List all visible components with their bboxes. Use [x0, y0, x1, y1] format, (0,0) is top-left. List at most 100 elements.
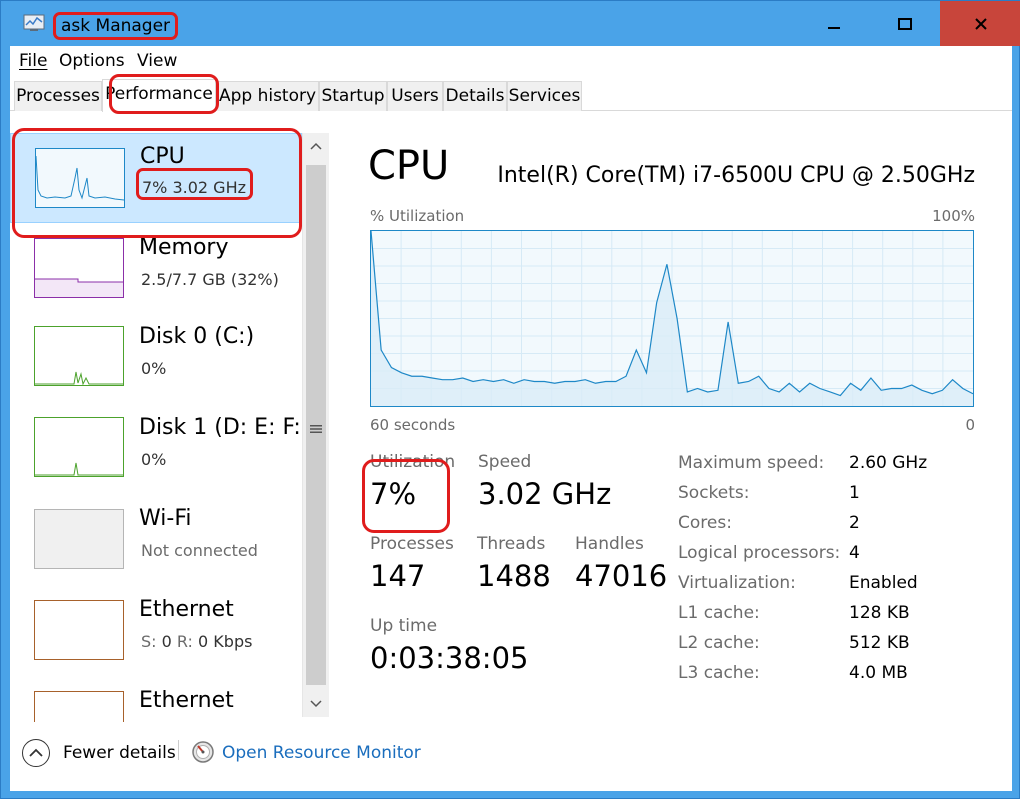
cpu-utilization-graph	[370, 230, 974, 407]
tab-bar: Processes Performance App history Startu…	[10, 79, 1012, 112]
menu-view[interactable]: View	[137, 51, 177, 71]
speed-value: 3.02 GHz	[478, 477, 612, 511]
receive-label: R:	[176, 632, 193, 651]
tab-details[interactable]: Details	[443, 81, 507, 111]
tab-processes[interactable]: Processes	[14, 81, 102, 111]
minimize-icon	[827, 26, 840, 29]
send-value: 0	[161, 632, 172, 651]
tab-performance[interactable]: Performance	[102, 79, 216, 112]
spec-label: Maximum speed:	[678, 453, 825, 473]
graph-y-axis-label: % Utilization	[370, 207, 465, 225]
resource-item-disk-0[interactable]: Disk 0 (C:) 0%	[10, 314, 302, 404]
scroll-up-button[interactable]	[303, 133, 329, 159]
tab-startup-label: Startup	[321, 86, 385, 106]
spec-label: L3 cache:	[678, 663, 760, 683]
speed-label: Speed	[478, 452, 532, 472]
grip-icon	[310, 425, 322, 433]
ethernet-2-thumbnail-graph	[34, 691, 124, 722]
spec-value: 128 KB	[849, 603, 910, 623]
window-title: ask Manager	[53, 12, 179, 40]
resource-item-wifi[interactable]: Wi-Fi Not connected	[10, 496, 302, 586]
resource-name-ethernet: Ethernet	[139, 597, 234, 622]
spec-label: L1 cache:	[678, 603, 760, 623]
title-bar[interactable]: ask Manager	[1, 1, 1020, 46]
spec-value: 2	[849, 513, 860, 533]
resource-name-disk-0: Disk 0 (C:)	[139, 324, 255, 349]
scroll-down-button[interactable]	[303, 691, 329, 717]
resource-item-disk-1[interactable]: Disk 1 (D: E: F: G 0%	[10, 405, 325, 495]
resource-list-scrollbar[interactable]	[302, 133, 329, 717]
task-manager-app-icon	[23, 14, 45, 31]
cpu-model-name: Intel(R) Core(TM) i7-6500U CPU @ 2.50GHz	[497, 163, 975, 188]
resource-item-ethernet[interactable]: Ethernet S: 0 R: 0 Kbps	[10, 587, 302, 677]
wifi-thumbnail-graph	[34, 509, 124, 569]
close-button[interactable]	[940, 1, 1020, 46]
graph-x-axis-left: 60 seconds	[370, 416, 456, 434]
resource-name-wifi: Wi-Fi	[139, 506, 192, 531]
fewer-details-link[interactable]: Fewer details	[63, 743, 176, 763]
processes-label: Processes	[370, 534, 454, 554]
resource-sub-memory: 2.5/7.7 GB (32%)	[141, 270, 279, 289]
chevron-up-icon	[310, 142, 322, 150]
utilization-label: Utilization	[370, 452, 456, 472]
window-client-area: File Options View Processes Performance …	[10, 46, 1012, 791]
tab-services-label: Services	[508, 86, 581, 106]
chevron-up-icon	[29, 748, 43, 757]
utilization-value: 7%	[370, 477, 417, 511]
menu-options[interactable]: Options	[59, 51, 125, 71]
resource-item-memory[interactable]: Memory 2.5/7.7 GB (32%)	[10, 224, 302, 314]
tab-details-label: Details	[445, 86, 505, 106]
scroll-thumb[interactable]	[306, 165, 326, 685]
spec-value: Enabled	[849, 573, 918, 593]
spec-label: Logical processors:	[678, 543, 841, 563]
close-icon	[974, 17, 987, 30]
tab-processes-label: Processes	[16, 86, 100, 106]
footer-bar: Fewer details Open Resource Monitor	[10, 726, 1012, 786]
tab-users[interactable]: Users	[387, 81, 443, 111]
spec-label: L2 cache:	[678, 633, 760, 653]
send-label: S:	[141, 632, 157, 651]
tab-app-history[interactable]: App history	[216, 81, 319, 111]
spec-value: 1	[849, 483, 860, 503]
handles-label: Handles	[575, 534, 644, 554]
uptime-label: Up time	[370, 616, 438, 636]
open-resource-monitor-link[interactable]: Open Resource Monitor	[222, 743, 421, 763]
menu-view-label: View	[137, 51, 178, 71]
resource-name-cpu: CPU	[140, 144, 185, 169]
chevron-down-icon	[310, 700, 322, 708]
spec-value: 4	[849, 543, 860, 563]
footer-divider	[178, 740, 179, 760]
spec-label: Virtualization:	[678, 573, 796, 593]
graph-x-axis-right: 0	[965, 416, 975, 434]
spec-label: Sockets:	[678, 483, 750, 503]
resource-sub-wifi: Not connected	[141, 541, 258, 560]
menu-file[interactable]: File	[19, 51, 47, 71]
tab-services[interactable]: Services	[507, 81, 582, 111]
resource-item-cpu[interactable]: CPU 7% 3.02 GHz	[10, 133, 302, 223]
resource-item-ethernet-2[interactable]: Ethernet	[10, 678, 302, 722]
task-manager-window: ask Manager File Options View Processes …	[0, 0, 1020, 799]
minimize-button[interactable]	[798, 1, 869, 46]
receive-value: 0 Kbps	[198, 632, 253, 651]
graph-y-axis-max: 100%	[932, 207, 975, 225]
uptime-value: 0:03:38:05	[370, 641, 529, 675]
processes-value: 147	[370, 559, 426, 593]
menu-options-label: Options	[59, 51, 125, 71]
tab-app-history-label: App history	[218, 86, 317, 106]
resource-name-memory: Memory	[139, 235, 229, 260]
maximize-button[interactable]	[869, 1, 940, 46]
cpu-thumbnail-graph	[35, 148, 125, 208]
menu-bar: File Options View	[10, 46, 1012, 76]
handles-value: 47016	[575, 559, 668, 593]
resource-list: CPU 7% 3.02 GHz Memory 2.5/7.7 GB (32%)	[10, 112, 330, 722]
spec-value: 2.60 GHz	[849, 453, 928, 473]
tab-startup[interactable]: Startup	[319, 81, 387, 111]
spec-value: 4.0 MB	[849, 663, 908, 683]
disk-1-thumbnail-graph	[34, 417, 124, 477]
menu-file-label: File	[19, 51, 48, 71]
spec-value: 512 KB	[849, 633, 910, 653]
resource-monitor-icon	[192, 741, 214, 763]
resource-name-disk-1: Disk 1 (D: E: F: G	[139, 415, 325, 440]
resource-sub-ethernet: S: 0 R: 0 Kbps	[141, 632, 252, 651]
fewer-details-button[interactable]	[22, 739, 50, 767]
